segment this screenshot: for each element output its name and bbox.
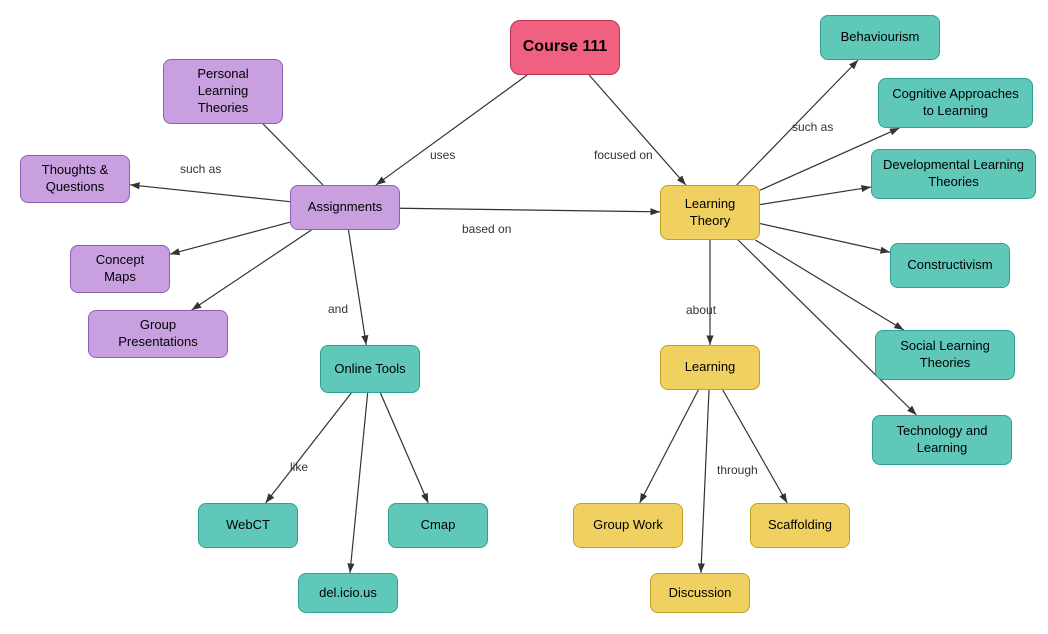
edge-label: and bbox=[328, 302, 348, 316]
node-learningTheory: Learning Theory bbox=[660, 185, 760, 240]
edge-label: based on bbox=[462, 222, 511, 236]
node-constructivism: Constructivism bbox=[890, 243, 1010, 288]
edge-label: uses bbox=[430, 148, 455, 162]
node-assignments: Assignments bbox=[290, 185, 400, 230]
node-conceptMaps: Concept Maps bbox=[70, 245, 170, 293]
node-personalLearning: Personal Learning Theories bbox=[163, 59, 283, 124]
node-delicious: del.icio.us bbox=[298, 573, 398, 613]
node-groupPresentations: Group Presentations bbox=[88, 310, 228, 358]
node-scaffolding: Scaffolding bbox=[750, 503, 850, 548]
edge-label: through bbox=[717, 463, 758, 477]
node-discussion: Discussion bbox=[650, 573, 750, 613]
edge-label: focused on bbox=[594, 148, 653, 162]
node-groupWork: Group Work bbox=[573, 503, 683, 548]
node-cmap: Cmap bbox=[388, 503, 488, 548]
node-behaviourism: Behaviourism bbox=[820, 15, 940, 60]
node-technologyLearning: Technology and Learning bbox=[872, 415, 1012, 465]
edge-label: such as bbox=[792, 120, 833, 134]
node-learning: Learning bbox=[660, 345, 760, 390]
node-socialLearning: Social Learning Theories bbox=[875, 330, 1015, 380]
edge-label: such as bbox=[180, 162, 221, 176]
node-thoughtsQuestions: Thoughts & Questions bbox=[20, 155, 130, 203]
node-developmentalLearning: Developmental Learning Theories bbox=[871, 149, 1036, 199]
node-cognitiveApproaches: Cognitive Approaches to Learning bbox=[878, 78, 1033, 128]
mind-map-canvas: Course 111 Assignments Learning Theory Pers… bbox=[0, 0, 1048, 634]
node-onlineTools: Online Tools bbox=[320, 345, 420, 393]
edge-label: about bbox=[686, 303, 716, 317]
node-webct: WebCT bbox=[198, 503, 298, 548]
edge-label: like bbox=[290, 460, 308, 474]
node-course: Course 111 bbox=[510, 20, 620, 75]
